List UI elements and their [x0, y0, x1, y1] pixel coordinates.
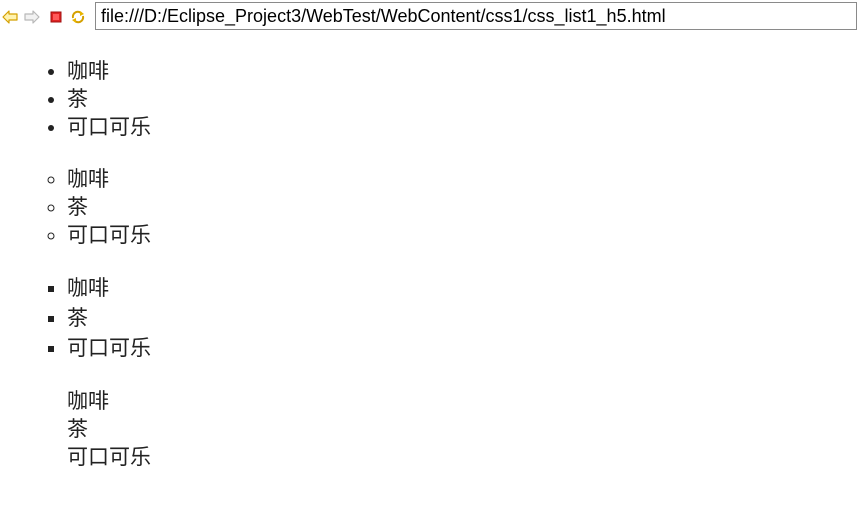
list-item: 咖啡 — [67, 165, 860, 193]
url-input[interactable]: file:///D:/Eclipse_Project3/WebTest/WebC… — [95, 2, 857, 30]
list-item: 茶 — [67, 85, 860, 113]
square-list: 咖啡 茶 可口可乐 — [0, 273, 860, 363]
list-item: 茶 — [67, 193, 860, 221]
list-item: 可口可乐 — [67, 333, 860, 363]
stop-icon[interactable] — [48, 9, 64, 25]
list-item: 茶 — [67, 417, 88, 441]
list-item: 可口可乐 — [67, 221, 860, 249]
list-item: 咖啡 — [67, 273, 860, 303]
browser-toolbar: file:///D:/Eclipse_Project3/WebTest/WebC… — [0, 0, 860, 34]
list-item: 可口可乐 — [67, 113, 860, 141]
back-arrow-icon[interactable] — [2, 9, 18, 25]
plain-list: 咖啡 茶 可口可乐 — [0, 387, 860, 471]
circle-list: 咖啡 茶 可口可乐 — [0, 165, 860, 249]
refresh-icon[interactable] — [70, 9, 86, 25]
list-item: 可口可乐 — [67, 445, 151, 469]
forward-arrow-icon[interactable] — [24, 9, 40, 25]
page-content: 咖啡 茶 可口可乐 咖啡 茶 可口可乐 咖啡 茶 可口可乐 咖啡 茶 可口可乐 — [0, 57, 860, 495]
list-item: 咖啡 — [67, 57, 860, 85]
disc-list: 咖啡 茶 可口可乐 — [0, 57, 860, 141]
list-item: 茶 — [67, 303, 860, 333]
list-item: 咖啡 — [67, 389, 109, 413]
